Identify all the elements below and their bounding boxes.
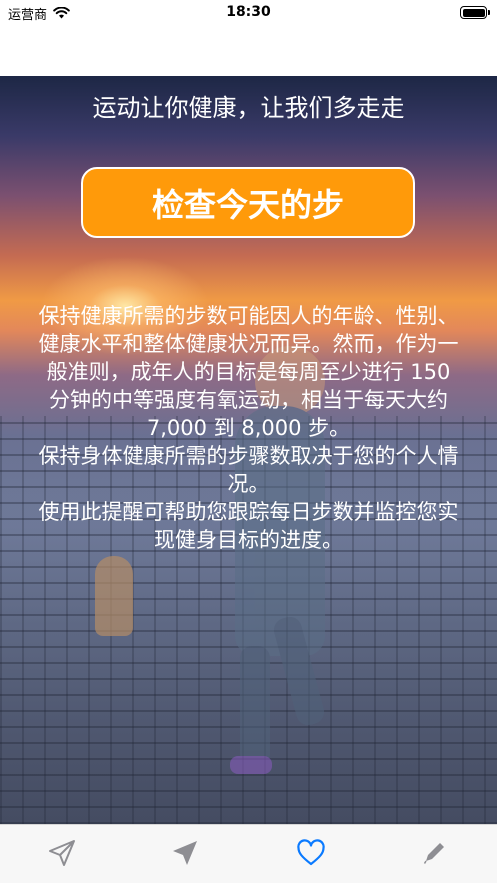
battery-fill [462, 8, 485, 17]
info-paragraph: 保持健康所需的步数可能因人的年龄、性别、健康水平和整体健康状况而异。然而，作为一… [38, 304, 459, 440]
tab-heart[interactable] [293, 835, 329, 871]
screen: 运营商 18:30 运动让你健康，让我们多走走 检查今天的步 保持健康所需的步数… [0, 0, 497, 883]
battery-tip [488, 10, 490, 15]
info-paragraph: 使用此提醒可帮助您跟踪每日步数并监控您实现健身目标的进度。 [38, 500, 459, 552]
girl-leg-left [240, 646, 270, 766]
check-today-steps-button[interactable]: 检查今天的步 [81, 167, 415, 238]
paper-plane-filled-icon [170, 838, 200, 868]
heart-icon [296, 839, 326, 867]
girl-shoe [230, 756, 272, 774]
nav-area [0, 28, 497, 76]
tab-paper-plane-outline[interactable] [44, 835, 80, 871]
status-time: 18:30 [226, 4, 271, 20]
battery-icon [460, 6, 490, 19]
status-bar: 运营商 18:30 [0, 0, 497, 28]
info-paragraph: 保持身体健康所需的步骤数取决于您的个人情况。 [38, 444, 459, 496]
info-text: 保持健康所需的步数可能因人的年龄、性别、健康水平和整体健康状况而异。然而，作为一… [34, 302, 463, 554]
puppy-figure [95, 556, 133, 636]
tab-paper-plane-filled[interactable] [167, 835, 203, 871]
tab-pencil[interactable] [416, 835, 452, 871]
headline: 运动让你健康，让我们多走走 [92, 94, 405, 122]
pencil-icon [420, 839, 448, 867]
tab-bar [0, 824, 497, 883]
paper-plane-outline-icon [47, 838, 77, 868]
